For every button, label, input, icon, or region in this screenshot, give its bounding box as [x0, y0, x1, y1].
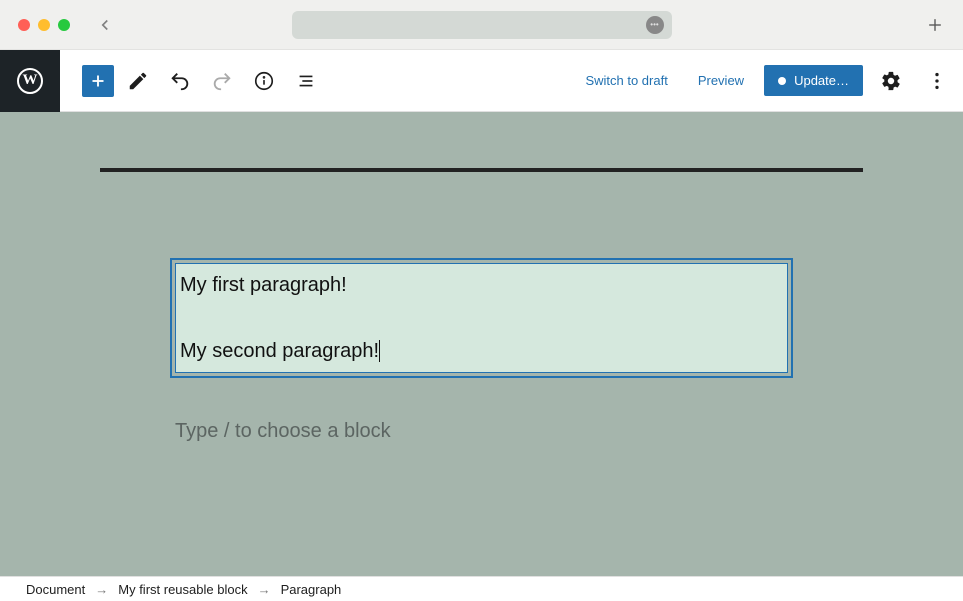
reusable-block-inner[interactable]: My first paragraph! My second paragraph!	[175, 263, 788, 373]
redo-button[interactable]	[204, 63, 240, 99]
paragraph-2-text: My second paragraph!	[180, 340, 379, 362]
outline-button[interactable]	[288, 63, 324, 99]
empty-block-placeholder[interactable]: Type / to choose a block	[175, 420, 788, 443]
add-block-button[interactable]	[82, 65, 114, 97]
new-tab-button[interactable]	[925, 15, 945, 35]
reusable-block-selection[interactable]: My first paragraph! My second paragraph!	[170, 258, 793, 378]
breadcrumb-document[interactable]: Document	[26, 582, 85, 597]
breadcrumb: Document → My first reusable block → Par…	[0, 576, 963, 601]
preview-button[interactable]: Preview	[688, 65, 754, 96]
breadcrumb-separator-icon: →	[258, 582, 271, 597]
text-cursor	[379, 340, 380, 362]
traffic-lights	[18, 19, 70, 31]
update-button[interactable]: Update…	[764, 65, 863, 96]
paragraph-block-2[interactable]: My second paragraph!	[180, 338, 783, 364]
update-button-label: Update…	[794, 73, 849, 88]
breadcrumb-paragraph[interactable]: Paragraph	[281, 582, 342, 597]
url-bar[interactable]: •••	[292, 11, 672, 39]
wordpress-logo[interactable]: W	[0, 50, 60, 112]
breadcrumb-separator-icon: →	[95, 582, 108, 597]
info-button[interactable]	[246, 63, 282, 99]
window-chrome: •••	[0, 0, 963, 50]
maximize-window-button[interactable]	[58, 19, 70, 31]
unsaved-changes-dot	[778, 77, 786, 85]
settings-button[interactable]	[873, 63, 909, 99]
more-options-button[interactable]	[919, 63, 955, 99]
edit-tool-button[interactable]	[120, 63, 156, 99]
browser-back-button[interactable]	[96, 16, 114, 34]
editor-toolbar: W Switch to draft Preview Update…	[0, 50, 963, 112]
editor-canvas[interactable]: My first paragraph! My second paragraph!…	[0, 112, 963, 576]
switch-to-draft-button[interactable]: Switch to draft	[575, 65, 677, 96]
breadcrumb-reusable-block[interactable]: My first reusable block	[118, 582, 247, 597]
url-more-icon[interactable]: •••	[646, 16, 664, 34]
wordpress-logo-icon: W	[17, 68, 43, 94]
paragraph-block-1[interactable]: My first paragraph!	[180, 272, 783, 298]
minimize-window-button[interactable]	[38, 19, 50, 31]
close-window-button[interactable]	[18, 19, 30, 31]
title-separator	[100, 168, 863, 172]
undo-button[interactable]	[162, 63, 198, 99]
